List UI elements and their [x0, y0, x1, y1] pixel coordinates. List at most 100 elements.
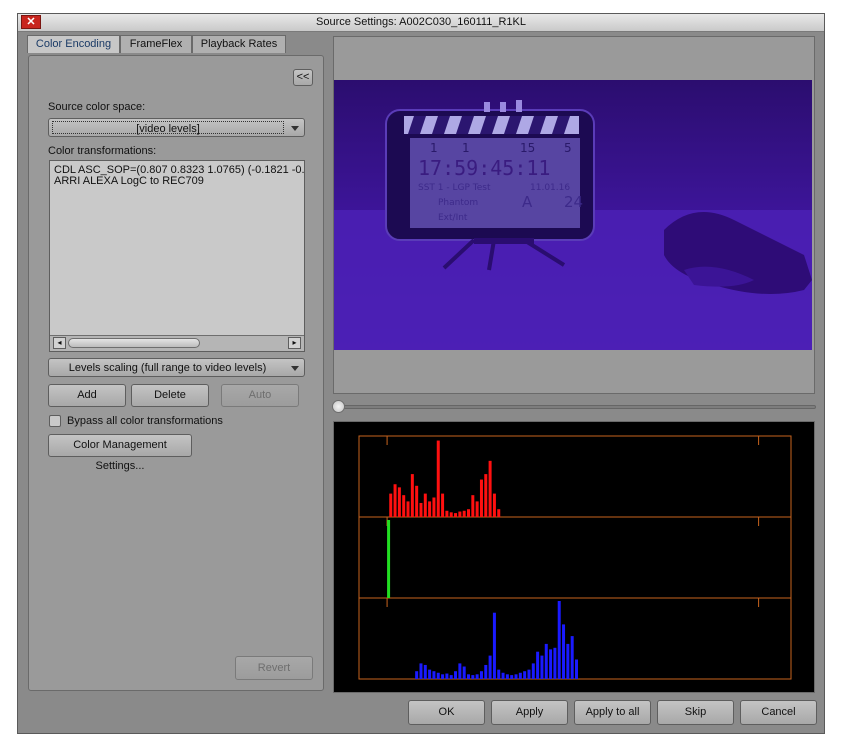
bypass-label: Bypass all color transformations	[67, 415, 223, 427]
histogram-chart	[358, 435, 792, 680]
histogram-bar-blue	[514, 674, 518, 679]
histogram-bar-red	[467, 509, 470, 517]
histogram-bar-red	[488, 460, 492, 517]
slate-date: 11.01.16	[530, 183, 570, 193]
auto-button[interactable]: Auto	[221, 384, 299, 407]
color-management-settings-button[interactable]: Color Management Settings...	[48, 434, 192, 472]
histogram-bar-red	[389, 493, 393, 517]
apply-button[interactable]: Apply	[491, 700, 568, 725]
source-settings-window: ✕ Source Settings: A002C030_160111_R1KL …	[17, 13, 825, 734]
histogram-bar-red	[449, 512, 453, 517]
histogram-bar-blue	[540, 655, 544, 679]
scrollbar-thumb[interactable]	[68, 338, 200, 348]
slate-production: SST 1 - LGP Test	[418, 183, 491, 193]
histogram-bar-blue	[479, 671, 483, 679]
slate-fps: 24	[564, 193, 583, 211]
scroll-left-icon[interactable]: ◂	[53, 337, 66, 349]
add-button[interactable]: Add	[48, 384, 126, 407]
scroll-right-icon[interactable]: ▸	[288, 337, 301, 349]
slate-scene: 1	[462, 141, 470, 155]
histogram-bar-blue	[419, 663, 423, 679]
levels-scaling-dropdown[interactable]: Levels scaling (full range to video leve…	[48, 358, 305, 377]
histogram-bar-red	[397, 487, 401, 517]
histogram-bar-blue	[527, 669, 531, 679]
slate-unit: A	[522, 193, 533, 211]
cancel-button[interactable]: Cancel	[740, 700, 817, 725]
histogram-bar-red	[423, 493, 427, 517]
histogram-bar-blue	[436, 672, 440, 679]
histogram-bar-blue	[415, 671, 419, 679]
histogram-bar-blue	[445, 673, 449, 679]
color-encoding-panel: << Source color space: [video levels] Co…	[28, 55, 324, 691]
histogram-bar-red	[497, 509, 501, 517]
title-bar[interactable]: ✕ Source Settings: A002C030_160111_R1KL	[18, 14, 824, 32]
slate-director: Phantom	[438, 198, 478, 208]
source-color-space-value: [video levels]	[52, 121, 284, 135]
source-color-space-label: Source color space:	[48, 101, 146, 113]
histogram-bar-red	[428, 501, 432, 517]
tab-frameflex[interactable]: FrameFlex	[120, 35, 192, 53]
histogram-bar-red	[458, 511, 462, 517]
delete-button[interactable]: Delete	[131, 384, 209, 407]
color-transformations-list[interactable]: CDL ASC_SOP=(0.807 0.8323 1.0765) (-0.18…	[49, 160, 305, 352]
histogram-bar-red	[492, 493, 496, 517]
histogram-bar-red	[415, 485, 419, 517]
histogram-bar-red	[454, 513, 458, 517]
collapse-button[interactable]: <<	[293, 69, 313, 86]
chevron-down-icon	[291, 366, 299, 371]
histogram-bar-blue	[428, 669, 432, 679]
histogram-bar-blue	[467, 674, 470, 679]
histogram-bar-blue	[549, 649, 553, 679]
histogram-bar-blue	[510, 675, 514, 679]
histogram-bar-blue	[562, 624, 566, 679]
list-item[interactable]: ARRI ALEXA LogC to REC709	[54, 175, 204, 187]
histogram-bar-blue	[523, 671, 527, 679]
histogram-frame	[358, 435, 792, 680]
histogram-bar-blue	[531, 663, 535, 679]
histogram-bar-blue	[518, 672, 522, 679]
horizontal-scrollbar[interactable]: ◂ ▸	[50, 335, 304, 351]
source-preview-image: 1 1 15 5 17:59:45:11 SST 1 - LGP Test 11…	[334, 80, 812, 350]
apply-to-all-button[interactable]: Apply to all	[574, 700, 651, 725]
histogram-bar-red	[402, 495, 406, 517]
preview-slider-knob[interactable]	[332, 400, 345, 413]
slate-camera: 5	[564, 141, 572, 155]
tab-playback-rates[interactable]: Playback Rates	[192, 35, 286, 53]
ok-button[interactable]: OK	[408, 700, 485, 725]
bypass-checkbox[interactable]	[49, 415, 61, 427]
color-transformations-label: Color transformations:	[48, 145, 157, 157]
source-color-space-dropdown[interactable]: [video levels]	[48, 118, 305, 137]
histogram-bar-blue	[475, 674, 479, 679]
histogram-bar-blue	[458, 663, 462, 679]
levels-scaling-value: Levels scaling (full range to video leve…	[68, 362, 267, 374]
histogram-bar-blue	[449, 675, 453, 679]
skip-button[interactable]: Skip	[657, 700, 734, 725]
histogram-bar-blue	[441, 674, 445, 679]
histogram-bar-red	[484, 474, 488, 517]
histogram-bar-red	[436, 440, 440, 517]
histogram-bar-red	[462, 510, 466, 517]
histogram-bar-red	[445, 510, 449, 517]
slate-roll: 1	[430, 141, 438, 155]
histogram-bar-red	[432, 497, 436, 517]
preview-slider-track[interactable]	[338, 405, 816, 409]
histogram-bar-blue	[566, 643, 570, 679]
histogram-bar-blue	[570, 636, 574, 679]
histogram-bar-blue	[575, 659, 578, 679]
histogram-bar-red	[410, 474, 414, 517]
histogram-bar-red	[479, 479, 483, 517]
histogram-bar-blue	[454, 671, 458, 679]
histogram-bar-blue	[471, 675, 475, 679]
histogram-bar-blue	[488, 655, 492, 679]
histogram-bar-blue	[432, 671, 436, 679]
histogram-bar-blue	[536, 651, 540, 679]
histogram-bar-red	[406, 501, 410, 517]
histogram-bar-blue	[501, 672, 505, 679]
histogram-bar-red	[419, 502, 423, 517]
histogram-bar-blue	[497, 669, 501, 679]
histogram-bar-red	[475, 501, 479, 517]
revert-button[interactable]: Revert	[235, 656, 313, 680]
tab-color-encoding[interactable]: Color Encoding	[27, 35, 120, 53]
histogram-bar-blue	[505, 674, 509, 679]
histogram-bar-blue	[544, 643, 548, 679]
